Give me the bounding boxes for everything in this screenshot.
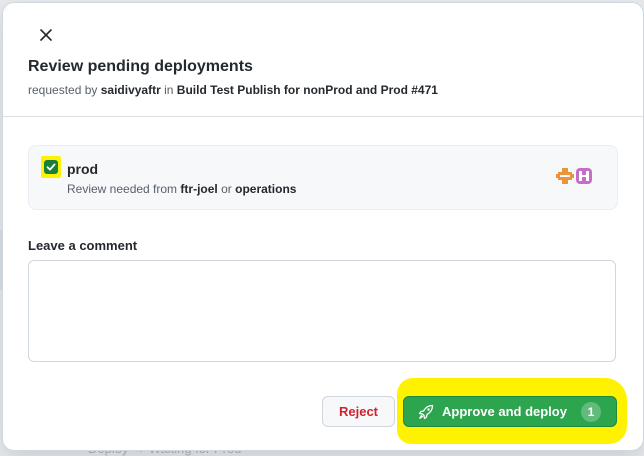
reviewer-user[interactable]: ftr-joel [180, 182, 217, 196]
dialog-title: Review pending deployments [28, 58, 253, 75]
close-button[interactable] [34, 23, 58, 47]
comment-textarea[interactable] [28, 260, 616, 362]
approve-and-deploy-button[interactable]: Approve and deploy 1 [403, 396, 617, 427]
avatar[interactable] [556, 167, 574, 185]
avatar[interactable] [575, 167, 593, 185]
rocket-icon [418, 404, 434, 419]
header-divider [3, 116, 643, 117]
review-deployments-dialog: Review pending deployments requested by … [2, 2, 644, 451]
reviewer-avatars [556, 167, 593, 185]
subtitle-prefix: requested by [28, 83, 98, 97]
reject-button[interactable]: Reject [322, 396, 395, 427]
environment-checkbox[interactable] [44, 160, 58, 174]
review-prefix: Review needed from [67, 182, 178, 196]
reviewer-team[interactable]: operations [235, 182, 296, 196]
requester-name: saidivyaftr [100, 83, 161, 97]
environment-name: prod [67, 161, 99, 177]
review-or: or [221, 182, 232, 196]
approve-count-badge: 1 [580, 401, 601, 422]
checkbox-highlight [41, 156, 61, 178]
comment-label: Leave a comment [28, 238, 138, 253]
close-icon [40, 29, 52, 41]
subtitle-middle: in [164, 83, 174, 97]
workflow-run-name: Build Test Publish for nonProd and Prod … [176, 83, 438, 97]
check-icon [46, 163, 56, 171]
approve-label: Approve and deploy [442, 404, 567, 419]
review-needed-text: Review needed from ftr-joel or operation… [67, 182, 296, 196]
dialog-subtitle: requested by saidivyaftr in Build Test P… [28, 83, 438, 97]
environment-card-prod: prod Review needed from ftr-joel or oper… [28, 145, 618, 210]
